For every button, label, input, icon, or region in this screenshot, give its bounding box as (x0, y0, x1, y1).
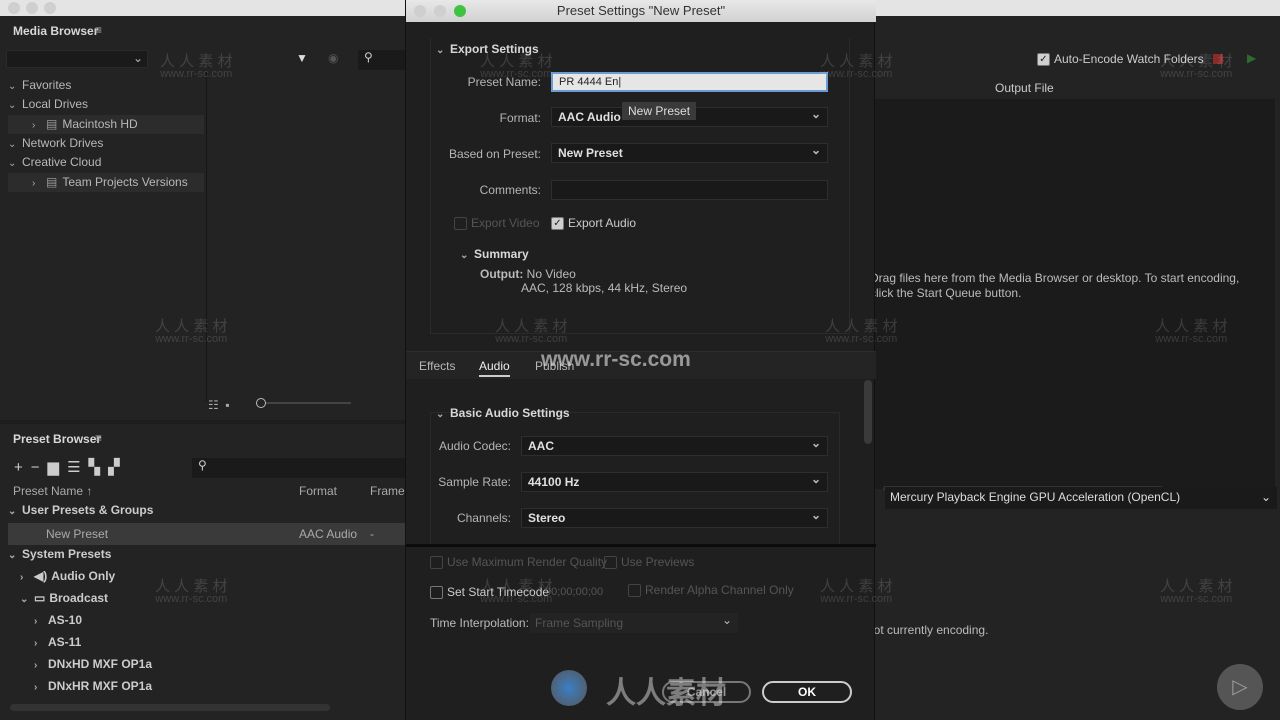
max-render-quality-checkbox[interactable]: Use Maximum Render Quality (430, 555, 607, 570)
export-preset-icon[interactable]: ▞ (108, 459, 128, 476)
export-video-checkbox[interactable]: Export Video (454, 216, 540, 231)
tv-icon: ▭ (34, 591, 46, 605)
media-tree-item[interactable]: ⌄ Network Drives (8, 134, 204, 153)
play-overlay-icon: ▷ (1217, 664, 1263, 710)
basic-audio-section[interactable]: ⌄ Basic Audio Settings (436, 406, 570, 420)
watermark-logo-text: 人人素材 (606, 677, 726, 710)
hard-drive-icon: ▤ (46, 116, 58, 131)
based-on-preset-label: Based on Preset: (448, 147, 541, 161)
system-preset-item[interactable]: › ◀) Audio Only (20, 567, 115, 586)
system-preset-item[interactable]: › AS-10 (34, 611, 82, 630)
speaker-icon: ◀) (34, 569, 48, 583)
team-projects-icon: ▤ (46, 174, 58, 189)
export-settings-section[interactable]: ⌄ Export Settings (436, 42, 539, 56)
panel-menu-icon[interactable]: ≡ (95, 23, 102, 37)
sample-rate-dropdown[interactable]: 44100 Hz (521, 470, 828, 492)
tab-audio[interactable]: Audio (479, 359, 510, 377)
system-preset-item[interactable]: › AS-11 (34, 633, 81, 652)
channels-label: Channels: (456, 511, 511, 525)
use-previews-checkbox[interactable]: Use Previews (604, 555, 694, 570)
channels-dropdown[interactable]: Stereo (521, 506, 828, 528)
preset-toolbar: +−▆☰▚▞ (14, 458, 128, 476)
list-view-icon[interactable]: ☷ ▪ (208, 398, 230, 412)
horizontal-scrollbar[interactable] (10, 704, 330, 711)
dialog-titlebar: Preset Settings "New Preset" (406, 0, 876, 22)
preset-browser-panel: Preset Browser ≡ +−▆☰▚▞ ⚲ Preset Name ↑ … (0, 424, 405, 720)
preset-search-input[interactable]: ⚲ (192, 458, 405, 478)
watermark-url: www.rr-sc.com (541, 348, 691, 371)
audio-codec-dropdown[interactable]: AAC (521, 434, 828, 456)
tooltip: New Preset (622, 102, 697, 120)
filter-icon[interactable]: ▼ (296, 51, 308, 65)
dialog-minimize-button[interactable] (434, 5, 446, 17)
col-preset-name[interactable]: Preset Name ↑ (13, 484, 92, 498)
queue-empty-message: Drag files here from the Media Browser o… (870, 271, 1240, 300)
stop-queue-button[interactable] (1213, 54, 1223, 64)
media-browser-title: Media Browser (13, 24, 99, 38)
preset-settings-icon[interactable]: ☰ (67, 459, 88, 476)
preset-row[interactable]: New Preset AAC Audio - (8, 523, 405, 545)
sample-rate-label: Sample Rate: (438, 475, 511, 489)
media-tree-item[interactable]: ⌄ Creative Cloud (8, 153, 204, 172)
summary-output: Output: No Video (480, 267, 576, 281)
dialog-title: Preset Settings "New Preset" (556, 3, 726, 18)
panel-menu-icon[interactable]: ≡ (95, 431, 102, 445)
settings-scrollbar[interactable] (864, 380, 872, 444)
comments-input[interactable] (551, 180, 828, 200)
minimize-window-button[interactable] (26, 2, 38, 14)
queue-panel: ✓ Auto-Encode Watch Folders ▶ Output File… (865, 16, 1280, 720)
encoding-status: Not currently encoding. (865, 623, 989, 637)
audio-codec-label: Audio Codec: (438, 439, 511, 453)
zoom-window-button[interactable] (44, 2, 56, 14)
based-on-preset-dropdown[interactable]: New Preset (551, 141, 828, 163)
auto-encode-checkbox[interactable]: ✓ Auto-Encode Watch Folders (1037, 52, 1204, 67)
media-tree-item[interactable]: › ▤ Macintosh HD (8, 114, 204, 134)
location-dropdown[interactable]: ⌄ (6, 50, 148, 68)
zoom-slider[interactable] (256, 398, 351, 408)
system-preset-item[interactable]: ⌄ ▭ Broadcast (20, 589, 108, 608)
format-label: Format: (499, 111, 541, 125)
eye-icon[interactable]: ◉ (328, 51, 338, 65)
render-alpha-checkbox[interactable]: Render Alpha Channel Only (628, 583, 794, 598)
preset-browser-title: Preset Browser (13, 432, 102, 446)
time-interpolation-label: Time Interpolation: (430, 616, 529, 630)
start-queue-button[interactable]: ▶ (1247, 51, 1256, 65)
time-interpolation-dropdown[interactable]: Frame Sampling (530, 610, 738, 633)
summary-output-audio: AAC, 128 kbps, 44 kHz, Stereo (521, 281, 688, 295)
set-start-timecode-checkbox[interactable]: Set Start Timecode (430, 585, 549, 600)
preset-name-label: Preset Name: (467, 75, 541, 89)
watermark-logo (551, 670, 587, 706)
tab-effects[interactable]: Effects (419, 359, 455, 373)
remove-preset-icon[interactable]: − (31, 459, 48, 476)
media-browser-panel: Media Browser ≡ ⌄ ▼ ◉ ⚲ ⌄ Favorites ⌄ Local… (0, 16, 405, 420)
dialog-zoom-button[interactable] (454, 5, 466, 17)
col-format[interactable]: Format (299, 484, 337, 498)
close-window-button[interactable] (8, 2, 20, 14)
comments-label: Comments: (479, 183, 541, 197)
summary-section[interactable]: ⌄ Summary (460, 247, 529, 261)
preset-name-input[interactable]: PR 4444 En| (551, 72, 828, 92)
queue-list[interactable]: Drag files here from the Media Browser o… (870, 99, 1275, 489)
ok-button[interactable]: OK (762, 681, 852, 703)
import-preset-icon[interactable]: ▚ (89, 459, 109, 476)
system-preset-item[interactable]: › DNxHD MXF OP1a (34, 655, 152, 674)
search-icon[interactable]: ⚲ (358, 50, 405, 70)
system-preset-item[interactable]: › DNxHR MXF OP1a (34, 677, 152, 696)
renderer-dropdown[interactable]: Mercury Playback Engine GPU Acceleration… (885, 487, 1277, 509)
timecode-input[interactable]: 00;00;00;00 (545, 586, 603, 598)
export-audio-checkbox[interactable]: ✓ Export Audio (551, 216, 636, 231)
media-tree-item[interactable]: ⌄ Favorites (8, 76, 204, 95)
preset-settings-dialog: Preset Settings "New Preset" ⌄ Export Set… (405, 0, 876, 720)
system-presets-group[interactable]: ⌄ System Presets (8, 545, 111, 564)
new-group-icon[interactable]: ▆ (48, 459, 68, 476)
dialog-close-button[interactable] (414, 5, 426, 17)
user-presets-group[interactable]: ⌄ User Presets & Groups (8, 501, 405, 520)
media-tree-item[interactable]: ⌄ Local Drives (8, 95, 204, 114)
add-preset-icon[interactable]: + (14, 459, 31, 476)
media-tree-item[interactable]: › ▤ Team Projects Versions (8, 172, 204, 192)
col-output-file[interactable]: Output File (995, 81, 1054, 95)
